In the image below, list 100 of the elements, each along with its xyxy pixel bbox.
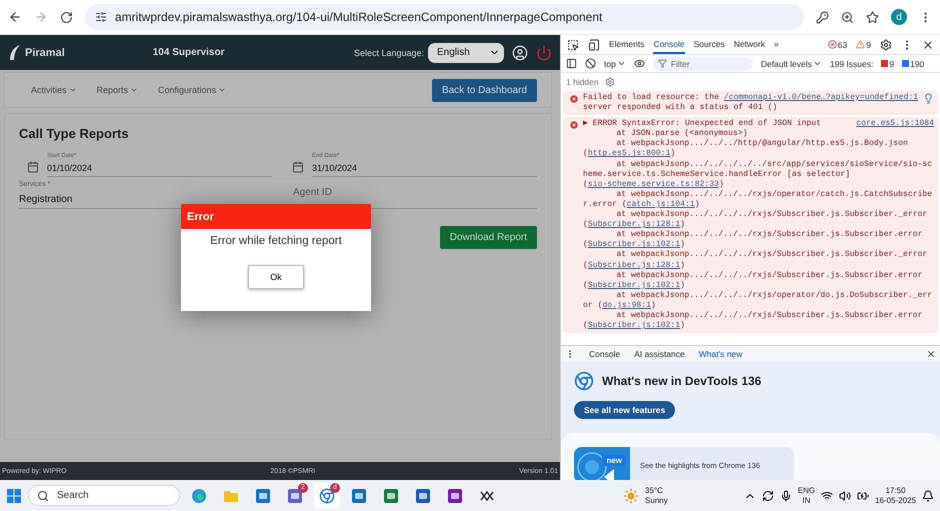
url-text: amritwprdev.piramalswasthya.org/104-ui/MultiRoleScreenComponent/InnerpageComponent: [115, 10, 602, 24]
clear-icon[interactable]: [585, 58, 596, 69]
error-icon: [828, 40, 837, 49]
devtools-tab[interactable]: Sources: [694, 35, 725, 54]
volume-icon[interactable]: [839, 490, 852, 502]
stack-frame-text: at webpackJsonp.../../../../rxjs/Subscriber.js.Subscriber.error (Subscriber.js:102:1): [583, 230, 924, 250]
error-count[interactable]: 63: [828, 40, 848, 50]
search-icon: [37, 490, 49, 502]
chrome-icon: [574, 371, 594, 391]
download-report-button[interactable]: Download Report: [440, 226, 537, 249]
back-to-dashboard-button[interactable]: Back to Dashboard: [432, 78, 537, 102]
stack-frame-text: at webpackJsonp.../../../../../src/app/services/sioService/sio-scheme.service.ts.SchemeService.handleError [as selector] (sio-scheme.service.ts:82:33): [583, 160, 934, 190]
source-link[interactable]: Subscriber.js:102:1: [588, 280, 680, 290]
clock[interactable]: 17:50 16-05-2025: [875, 486, 916, 506]
chrome-icon: [319, 488, 335, 504]
caret-icon: [616, 59, 626, 68]
browser-icon: [191, 488, 207, 504]
settings-icon[interactable]: [880, 38, 892, 50]
whats-new-title: What's new in DevTools 136: [602, 374, 762, 388]
caret-icon: [812, 59, 822, 68]
close-icon[interactable]: [926, 349, 936, 359]
user-icon[interactable]: [512, 44, 528, 60]
issues-label[interactable]: 199 Issues:: [830, 58, 874, 68]
context-select[interactable]: top: [604, 58, 626, 68]
eye-icon[interactable]: [634, 58, 645, 69]
sync-icon[interactable]: [762, 490, 774, 502]
page-title: Call Type Reports: [19, 126, 130, 141]
notification-icon[interactable]: [922, 490, 934, 502]
stack-frame-text: at webpackJsonp.../../../http/@angular/http.es5.js.Body.json (http.es5.js:800:1): [583, 139, 909, 160]
lightbulb-icon[interactable]: [923, 93, 934, 104]
source-link[interactable]: http.es5.js:800:1: [588, 149, 670, 158]
calendar-icon[interactable]: [27, 161, 39, 173]
zoom-icon[interactable]: [841, 10, 854, 24]
error-text: ▶ ERROR SyntaxError: Unexpected end of JSON input: [583, 119, 822, 129]
error-icon: [569, 94, 579, 104]
flag-icon: [902, 60, 910, 67]
stack-frame-text: at JSON.parse (<anonymous>): [615, 129, 749, 139]
source-link[interactable]: catch.js:104:1: [626, 200, 695, 209]
source-link[interactable]: Subscriber.js:128:1: [588, 220, 680, 230]
key-icon[interactable]: [816, 10, 829, 24]
filter-field[interactable]: Filter: [652, 56, 753, 70]
inspect-icon[interactable]: [567, 38, 579, 50]
app-title: 104 Supervisor: [152, 47, 226, 58]
dialog-title: Error: [181, 204, 371, 229]
nav-menu[interactable]: Configurations: [158, 85, 226, 95]
reload-icon[interactable]: [60, 10, 73, 24]
battery-icon[interactable]: [857, 490, 870, 502]
power-icon[interactable]: [536, 44, 552, 60]
profile-avatar[interactable]: d: [891, 9, 907, 25]
close-icon[interactable]: [922, 38, 934, 50]
levels-select[interactable]: Default levels: [760, 58, 822, 68]
source-link[interactable]: do.js:98:1: [602, 300, 652, 310]
error-icon: [569, 120, 579, 130]
issues-info-count[interactable]: 190: [902, 58, 924, 68]
stack-frame-text: at webpackJsonp.../../../../rxjs/operator/do.js.DoSubscriber._error (do.js:98:1): [583, 290, 934, 311]
stack-frame-text: at webpackJsonp.../../../../rxjs/operator/catch.js.CatchSubscriber.error (catch.js:104:1): [583, 190, 934, 210]
calendar-icon[interactable]: [292, 161, 304, 173]
weather-text: Sunny: [645, 496, 668, 506]
hidden-count: 1 hidden: [566, 77, 599, 87]
language-label: Select Language:: [354, 48, 424, 58]
stack-frame-text: at webpackJsonp.../../../../rxjs/Subscriber.js.Subscriber._error (Subscriber.js:128:1): [583, 210, 928, 230]
issues-error-count[interactable]: 9: [881, 58, 894, 68]
filter-icon: [658, 59, 667, 68]
address-bar[interactable]: amritwprdev.piramalswasthya.org/104-ui/MultiRoleScreenComponent/InnerpageComponent: [85, 4, 804, 30]
site-settings-icon[interactable]: [95, 11, 107, 23]
microphone-icon[interactable]: [780, 490, 792, 502]
sidebar-icon[interactable]: [566, 58, 577, 69]
more-tabs[interactable]: »: [774, 35, 779, 54]
nav-menu[interactable]: Reports: [96, 85, 138, 95]
drawer-tab[interactable]: AI assistance: [634, 344, 685, 364]
new-badge: new: [602, 455, 626, 466]
source-link[interactable]: core.es5.js:1084: [856, 119, 934, 130]
source-link[interactable]: Subscriber.js:128:1: [588, 260, 680, 270]
input-language[interactable]: ENG IN: [798, 486, 816, 506]
brand-name: Piramal: [25, 46, 65, 58]
start-icon[interactable]: [6, 488, 22, 504]
sun-icon: [623, 488, 640, 504]
source-link[interactable]: Subscriber.js:102:1: [588, 321, 680, 330]
see-features-button[interactable]: See all new features: [574, 401, 676, 419]
stack-frame-text: at webpackJsonp.../../../../rxjs/Subscriber.js.Subscriber.error (Subscriber.js:102:1): [583, 270, 924, 291]
leaf-logo-icon: [8, 44, 22, 62]
warning-icon: [856, 40, 866, 49]
language-select[interactable]: English: [428, 42, 504, 62]
devtools-tab[interactable]: Console: [653, 35, 685, 54]
wifi-icon[interactable]: [821, 490, 834, 502]
drawer-tab[interactable]: Console: [589, 344, 620, 364]
source-link[interactable]: Subscriber.js:102:1: [588, 240, 680, 250]
search-field[interactable]: Search: [28, 485, 180, 506]
back-icon[interactable]: [8, 10, 22, 24]
devtools-tab[interactable]: Network: [734, 35, 765, 54]
bookmark-star-icon[interactable]: [866, 10, 879, 24]
flag-icon: [881, 60, 888, 67]
resource-link[interactable]: /commonapi-v1.0/bene…?apikey=undefined:1: [724, 93, 918, 102]
nav-menu[interactable]: Activities: [31, 85, 77, 95]
device-icon[interactable]: [588, 38, 600, 50]
source-link[interactable]: sio-scheme.service.ts:82:33: [588, 180, 719, 189]
devtools-tab[interactable]: Elements: [609, 35, 644, 54]
warning-count[interactable]: 9: [856, 40, 871, 50]
stack-frame-text: at webpackJsonp.../../../../rxjs/Subscriber.js.Subscriber._error (Subscriber.js:128:1): [583, 250, 928, 271]
ok-button[interactable]: Ok: [248, 265, 304, 289]
